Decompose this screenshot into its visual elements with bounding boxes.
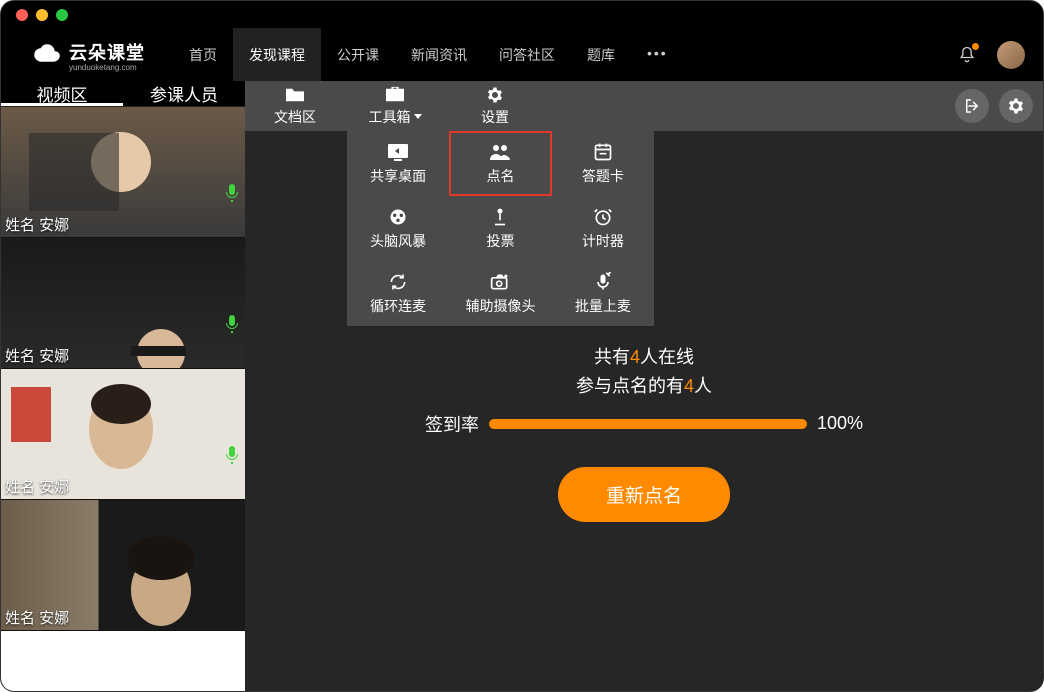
window-maximize-button[interactable] (56, 9, 68, 21)
left-panel: 视频区 参课人员 姓名 安娜 姓名 安娜 姓名 安娜 (1, 81, 245, 692)
nav-news[interactable]: 新闻资讯 (395, 28, 483, 82)
video-tile-label: 姓名 安娜 (5, 607, 69, 628)
exit-button[interactable] (955, 89, 989, 123)
tool-roll-call[interactable]: 点名 (449, 131, 551, 196)
tool-label: 共享桌面 (370, 166, 426, 186)
camera-plus-icon (488, 272, 512, 292)
video-tile-label: 姓名 安娜 (5, 345, 69, 366)
mic-icon (225, 315, 239, 338)
video-tile-label: 姓名 安娜 (5, 214, 69, 235)
video-tile[interactable]: 姓名 安娜 (1, 107, 245, 238)
briefcase-icon (384, 86, 406, 104)
window-close-button[interactable] (16, 9, 28, 21)
nav-items: 首页 发现课程 公开课 新闻资讯 问答社区 题库 ••• (173, 28, 684, 82)
reel-icon (386, 207, 410, 227)
hand-up-icon (488, 207, 512, 227)
top-nav: 云朵课堂 yunduoketang.com 首页 发现课程 公开课 新闻资讯 问… (1, 29, 1043, 81)
video-tile[interactable]: 姓名 安娜 (1, 369, 245, 500)
screen-share-icon (386, 142, 410, 162)
exit-icon (963, 97, 981, 115)
mic-up-icon (591, 272, 615, 292)
video-tile[interactable]: 姓名 安娜 (1, 500, 245, 631)
mic-icon (225, 446, 239, 469)
restart-roll-call-button[interactable]: 重新点名 (558, 467, 730, 522)
video-tile-empty (1, 631, 245, 692)
video-tile[interactable]: 姓名 安娜 (1, 238, 245, 369)
tool-cycle-mic[interactable]: 循环连麦 (347, 261, 449, 326)
tool-label: 头脑风暴 (370, 231, 426, 251)
progress-percent: 100% (817, 413, 863, 434)
tool-label: 答题卡 (582, 166, 624, 186)
notification-dot (972, 43, 979, 50)
video-list: 姓名 安娜 姓名 安娜 姓名 安娜 姓名 安娜 (1, 107, 245, 692)
toolbar: 文档区 工具箱 设置 (245, 81, 1043, 131)
mic-icon (225, 184, 239, 207)
toolbar-toolbox-label: 工具箱 (369, 107, 411, 127)
nav-question-bank[interactable]: 题库 (571, 28, 631, 82)
tool-timer[interactable]: 计时器 (552, 196, 654, 261)
tool-vote[interactable]: 投票 (449, 196, 551, 261)
app-window: 云朵课堂 yunduoketang.com 首页 发现课程 公开课 新闻资讯 问… (0, 0, 1044, 692)
toolbox-popover: 共享桌面 点名 答题卡 头脑风暴 投票 (347, 131, 654, 326)
people-icon (488, 142, 512, 162)
tool-label: 批量上麦 (575, 296, 631, 316)
tool-label: 计时器 (582, 231, 624, 251)
stat-online-count: 4 (630, 347, 640, 367)
tool-label: 循环连麦 (370, 296, 426, 316)
nav-home[interactable]: 首页 (173, 28, 233, 82)
tool-label: 辅助摄像头 (465, 296, 535, 316)
settings-round-button[interactable] (999, 89, 1033, 123)
video-tile-label: 姓名 安娜 (5, 476, 69, 497)
left-tabs: 视频区 参课人员 (1, 81, 245, 107)
window-titlebar (1, 1, 1043, 29)
progress-row: 签到率 100% (425, 411, 863, 437)
toolbar-settings-label: 设置 (481, 107, 509, 127)
toolbar-settings[interactable]: 设置 (445, 81, 545, 131)
logo: 云朵课堂 yunduoketang.com (31, 39, 145, 72)
tool-label: 点名 (486, 166, 514, 186)
roll-call-stats: 共有4人在线 参与点名的有4人 签到率 100% 重新点名 (245, 343, 1043, 522)
notifications-bell-icon[interactable] (957, 45, 977, 65)
toolbar-toolbox[interactable]: 工具箱 (345, 81, 445, 131)
logo-subtitle: yunduoketang.com (69, 63, 145, 72)
tab-attendees[interactable]: 参课人员 (123, 81, 245, 106)
tool-aux-camera[interactable]: 辅助摄像头 (449, 261, 551, 326)
tool-brainstorm[interactable]: 头脑风暴 (347, 196, 449, 261)
folder-icon (284, 86, 306, 104)
tool-batch-mic[interactable]: 批量上麦 (552, 261, 654, 326)
cloud-logo-icon (31, 42, 63, 68)
nav-discover[interactable]: 发现课程 (233, 28, 321, 82)
nav-more[interactable]: ••• (631, 28, 684, 82)
main-area: 文档区 工具箱 设置 (245, 81, 1043, 692)
toolbar-doc-area[interactable]: 文档区 (245, 81, 345, 131)
gear-icon (484, 86, 506, 104)
stat-participated: 参与点名的有4人 (576, 372, 712, 401)
progress-bar (489, 419, 807, 429)
cycle-icon (386, 272, 410, 292)
tab-video-area[interactable]: 视频区 (1, 81, 123, 106)
nav-qa[interactable]: 问答社区 (483, 28, 571, 82)
nav-open-class[interactable]: 公开课 (321, 28, 395, 82)
logo-title: 云朵课堂 (69, 39, 145, 65)
alarm-icon (591, 207, 615, 227)
tool-answer-card[interactable]: 答题卡 (552, 131, 654, 196)
tool-share-screen[interactable]: 共享桌面 (347, 131, 449, 196)
toolbar-doc-label: 文档区 (274, 107, 316, 127)
window-minimize-button[interactable] (36, 9, 48, 21)
gear-icon (1007, 97, 1025, 115)
progress-label: 签到率 (425, 411, 479, 437)
stat-online: 共有4人在线 (594, 343, 694, 372)
tool-label: 投票 (486, 231, 514, 251)
calendar-icon (591, 142, 615, 162)
user-avatar[interactable] (997, 41, 1025, 69)
chevron-down-icon (414, 114, 422, 119)
stat-participated-count: 4 (684, 376, 694, 396)
